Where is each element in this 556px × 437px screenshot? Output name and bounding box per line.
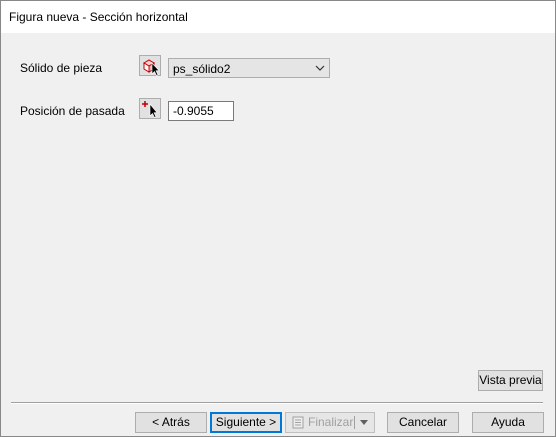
preview-button[interactable]: Vista previa [478,370,543,391]
help-button[interactable]: Ayuda [472,412,544,433]
position-label: Posición de pasada [20,104,125,118]
point-select-icon [142,101,158,118]
dialog-content: Sólido de pieza ps_sólido2 Posición de p… [1,34,555,436]
pick-solid-button[interactable] [139,55,161,76]
position-input[interactable] [168,101,234,121]
window-title: Figura nueva - Sección horizontal [9,10,188,24]
finish-label: Finalizar [308,415,354,429]
footer-separator [11,402,543,404]
chevron-down-icon [315,65,325,71]
pick-position-button[interactable] [139,98,161,119]
solid-dropdown-value: ps_sólido2 [173,62,231,76]
next-button[interactable]: Siguiente > [210,412,282,433]
split-divider [354,416,355,429]
solid-select-icon [143,59,160,76]
dropdown-arrow-icon [360,420,368,425]
solid-dropdown[interactable]: ps_sólido2 [168,58,330,78]
cancel-button[interactable]: Cancelar [387,412,459,433]
solid-label: Sólido de pieza [20,61,103,75]
finish-split-button: Finalizar [285,412,375,433]
dialog-window: Figura nueva - Sección horizontal Sólido… [0,0,556,437]
title-bar: Figura nueva - Sección horizontal [1,1,555,33]
checklist-icon [292,416,304,429]
back-button[interactable]: < Atrás [135,412,207,433]
